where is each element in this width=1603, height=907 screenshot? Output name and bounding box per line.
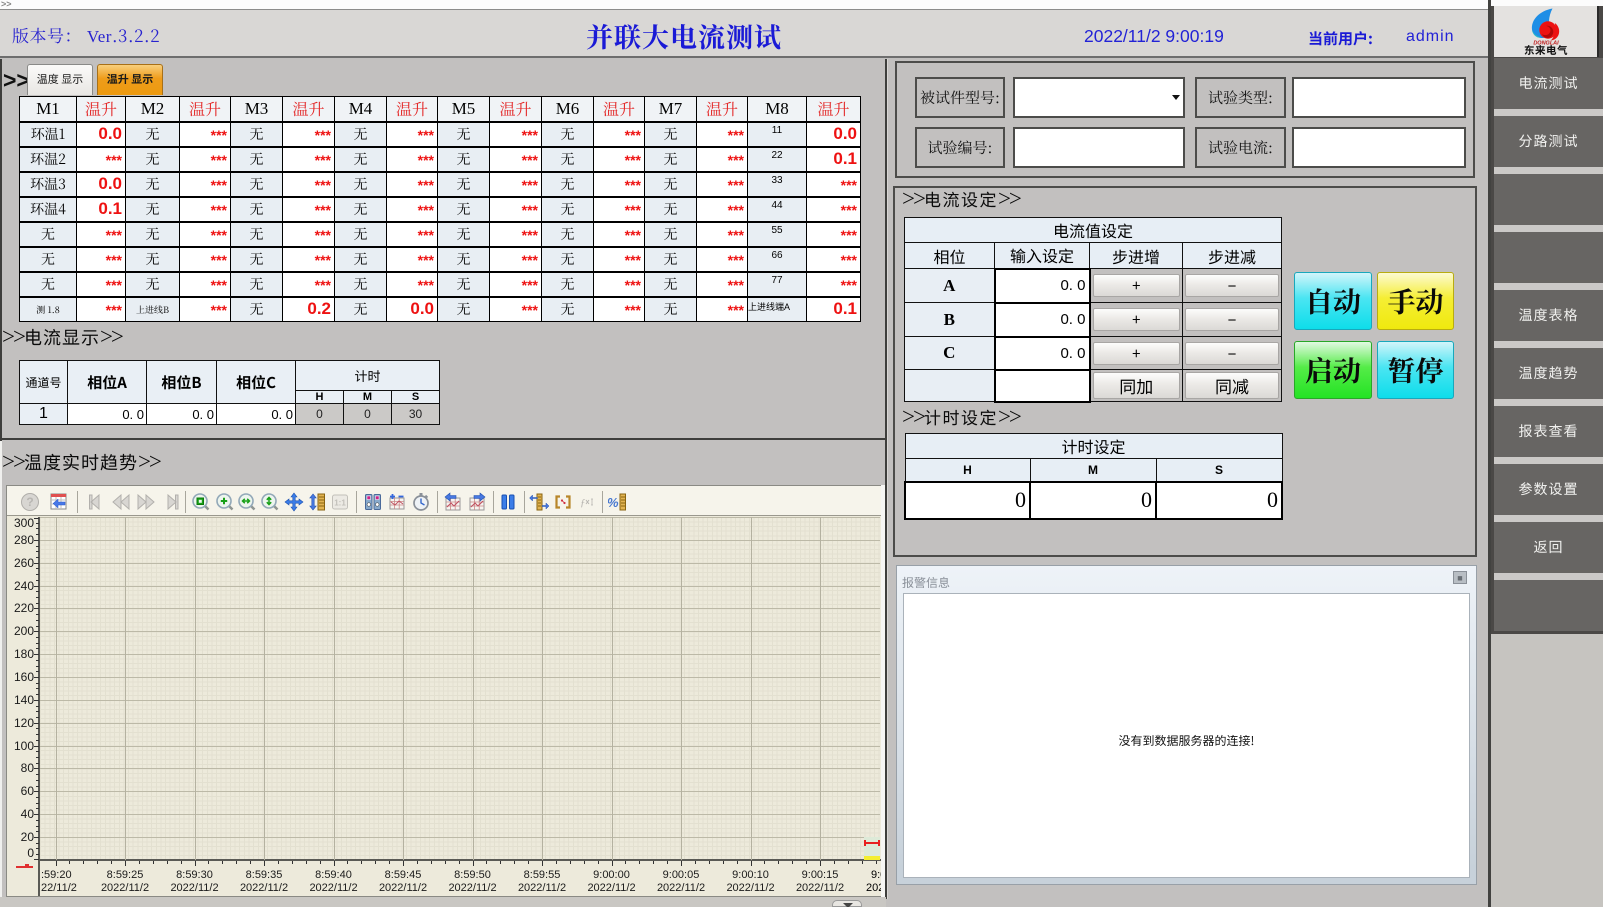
svg-text:%: % xyxy=(608,495,619,510)
svg-text:ƒ: ƒ xyxy=(580,497,586,509)
svg-text:东来电气: 东来电气 xyxy=(1524,43,1568,55)
svg-text:1:1: 1:1 xyxy=(334,499,346,508)
svg-text:?: ? xyxy=(26,495,33,509)
